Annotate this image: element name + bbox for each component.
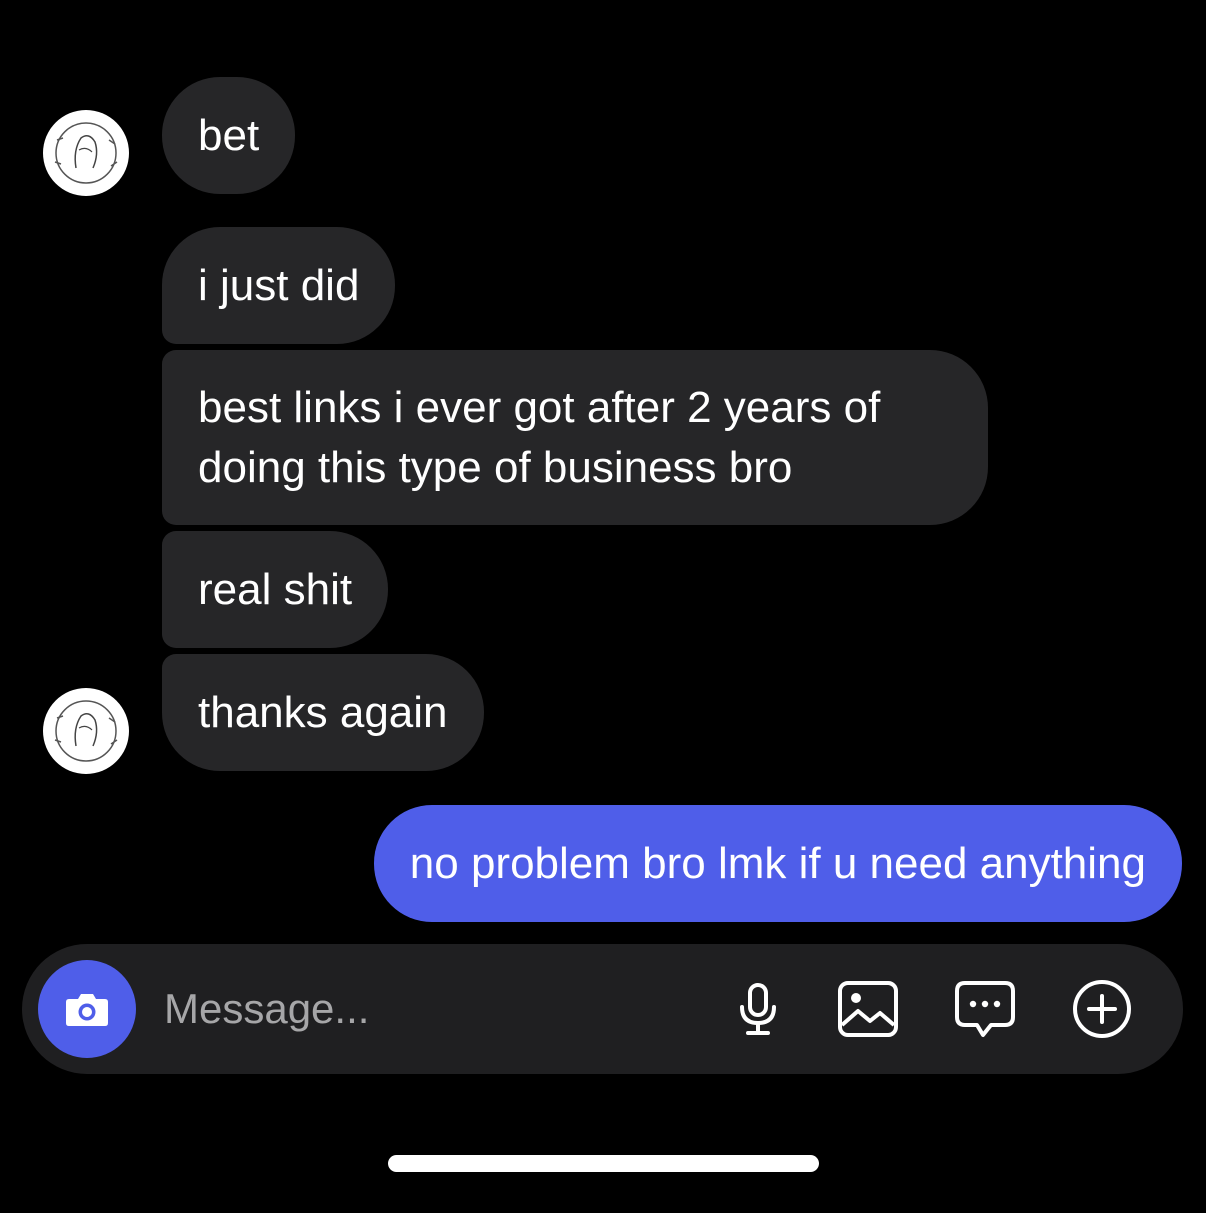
message-text: bet: [198, 110, 260, 160]
more-options-button[interactable]: [1067, 974, 1137, 1044]
camera-button[interactable]: [38, 960, 136, 1058]
voice-message-button[interactable]: [723, 974, 793, 1044]
home-indicator[interactable]: [388, 1155, 819, 1172]
sticker-button[interactable]: [950, 974, 1020, 1044]
message-input[interactable]: [164, 979, 704, 1039]
message-text: i just did: [198, 260, 360, 310]
incoming-message[interactable]: i just did: [162, 227, 396, 344]
microphone-icon: [740, 983, 776, 1035]
incoming-message[interactable]: thanks again: [162, 654, 484, 771]
incoming-message[interactable]: real shit: [162, 531, 389, 648]
message-text: real shit: [198, 564, 353, 614]
contact-avatar[interactable]: [43, 688, 129, 774]
message-text: best links i ever got after 2 years of d…: [198, 382, 881, 492]
message-text: thanks again: [198, 687, 448, 737]
gallery-button[interactable]: [833, 974, 903, 1044]
message-text: no problem bro lmk if u need anything: [409, 838, 1146, 888]
contact-avatar[interactable]: [43, 110, 129, 196]
message-composer: [22, 944, 1183, 1074]
image-icon: [838, 981, 898, 1037]
outgoing-message[interactable]: no problem bro lmk if u need anything: [373, 805, 1182, 922]
camera-icon: [66, 994, 108, 1026]
incoming-message[interactable]: best links i ever got after 2 years of d…: [162, 350, 988, 525]
incoming-message[interactable]: bet: [162, 77, 296, 194]
sticker-icon: [955, 981, 1015, 1037]
plus-icon: [1073, 980, 1131, 1038]
